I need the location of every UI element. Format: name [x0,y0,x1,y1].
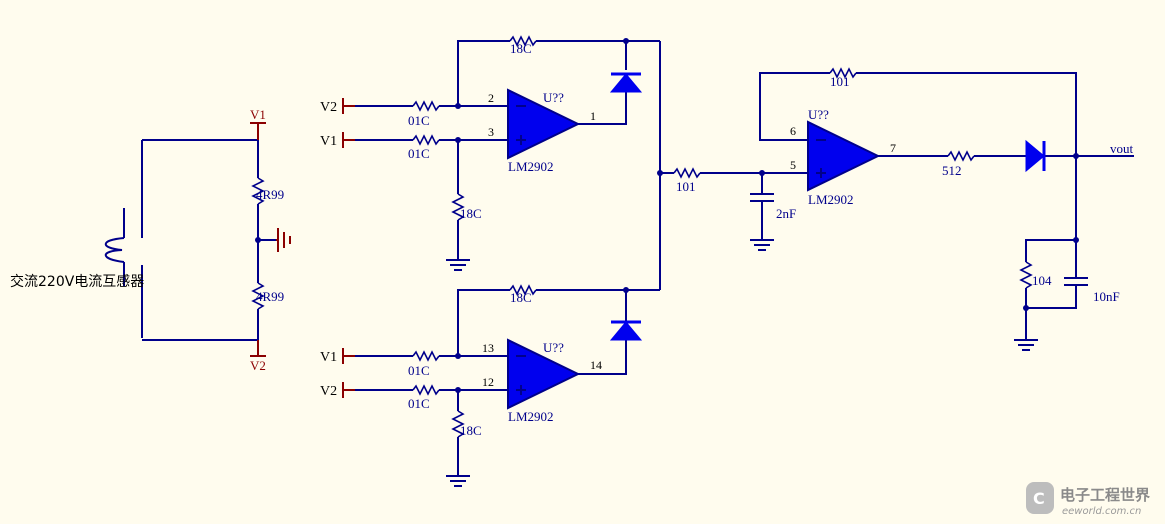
stage3-opamp-icon [807,120,881,192]
output-diode-icon [1025,139,1046,173]
stage2-input-resistor-b-label: 01C [408,396,430,411]
stage1-opamp-ref: U?? [543,90,564,105]
stage3-feedback-resistor-label: 101 [830,74,850,89]
watermark-title: 电子工程世界 [1060,486,1150,504]
stage1-input-resistor-b-label: 01C [408,146,430,161]
output-resistor-label: 512 [942,163,962,178]
stage3-pin-noninverting: 5 [790,158,796,172]
stage1-pin-noninverting: 3 [488,125,494,139]
stage2-input-resistor-a-label: 01C [408,363,430,378]
load-resistor-label: 104 [1032,273,1052,288]
output-port-label: vout [1110,141,1134,156]
stage3-pin-inverting: 6 [790,124,796,138]
eeworld-watermark: C 电子工程世界 eeworld.com.cn [1026,482,1150,517]
stage2-pin-output: 14 [590,358,602,372]
load-cap-label: 10nF [1093,289,1120,304]
divider-resistor-bottom-label: 4R99 [256,289,284,304]
rail-v2-label: V2 [250,358,266,373]
stage3-series-resistor-label: 101 [676,179,696,194]
stage2-opamp-part: LM2902 [508,409,554,424]
current-transformer [104,139,258,341]
stage1-port-a-label: V2 [320,100,337,115]
stage3-pin-output: 7 [890,141,896,155]
stage1-opamp-part: LM2902 [508,159,554,174]
rail-v1-label: V1 [250,107,266,122]
stage1-input-resistor-a-label: 01C [408,113,430,128]
stage3-network [657,41,1134,351]
circuit-schematic: 交流220V电流互感器 V1 V2 4R99 4R99 V2 V1 01C 01… [10,35,1150,517]
stage1-pin-output: 1 [590,109,596,123]
stage3-cap-label: 2nF [776,206,796,221]
eeworld-logo-letter: C [1033,489,1045,508]
stage1-feedback-resistor-label: 18C [510,41,532,56]
stage1-diode-icon [609,72,643,93]
stage2-feedback-resistor-label: 18C [510,290,532,305]
stage2-opamp-ref: U?? [543,340,564,355]
stage2-ground-resistor-label: 18C [460,423,482,438]
stage2-port-b-label: V2 [320,384,337,399]
rail-v2-bottom [250,340,266,357]
rail-v1-top [250,122,266,140]
stage3-opamp-part: LM2902 [808,192,854,207]
stage1-ground-resistor-label: 18C [460,206,482,221]
divider-resistor-top-label: 4R99 [256,187,284,202]
stage2-input-network [342,284,660,487]
stage2-port-a-label: V1 [320,350,337,365]
stage1-input-network [342,35,660,271]
stage1-port-b-label: V1 [320,134,337,149]
stage2-pin-noninverting: 12 [482,375,494,389]
stage2-pin-inverting: 13 [482,341,494,355]
stage3-opamp-ref: U?? [808,107,829,122]
stage1-pin-inverting: 2 [488,91,494,105]
transformer-label: 交流220V电流互感器 [10,273,144,290]
watermark-url: eeworld.com.cn [1062,506,1141,517]
stage2-diode-icon [609,320,643,341]
divider-network [251,140,291,340]
